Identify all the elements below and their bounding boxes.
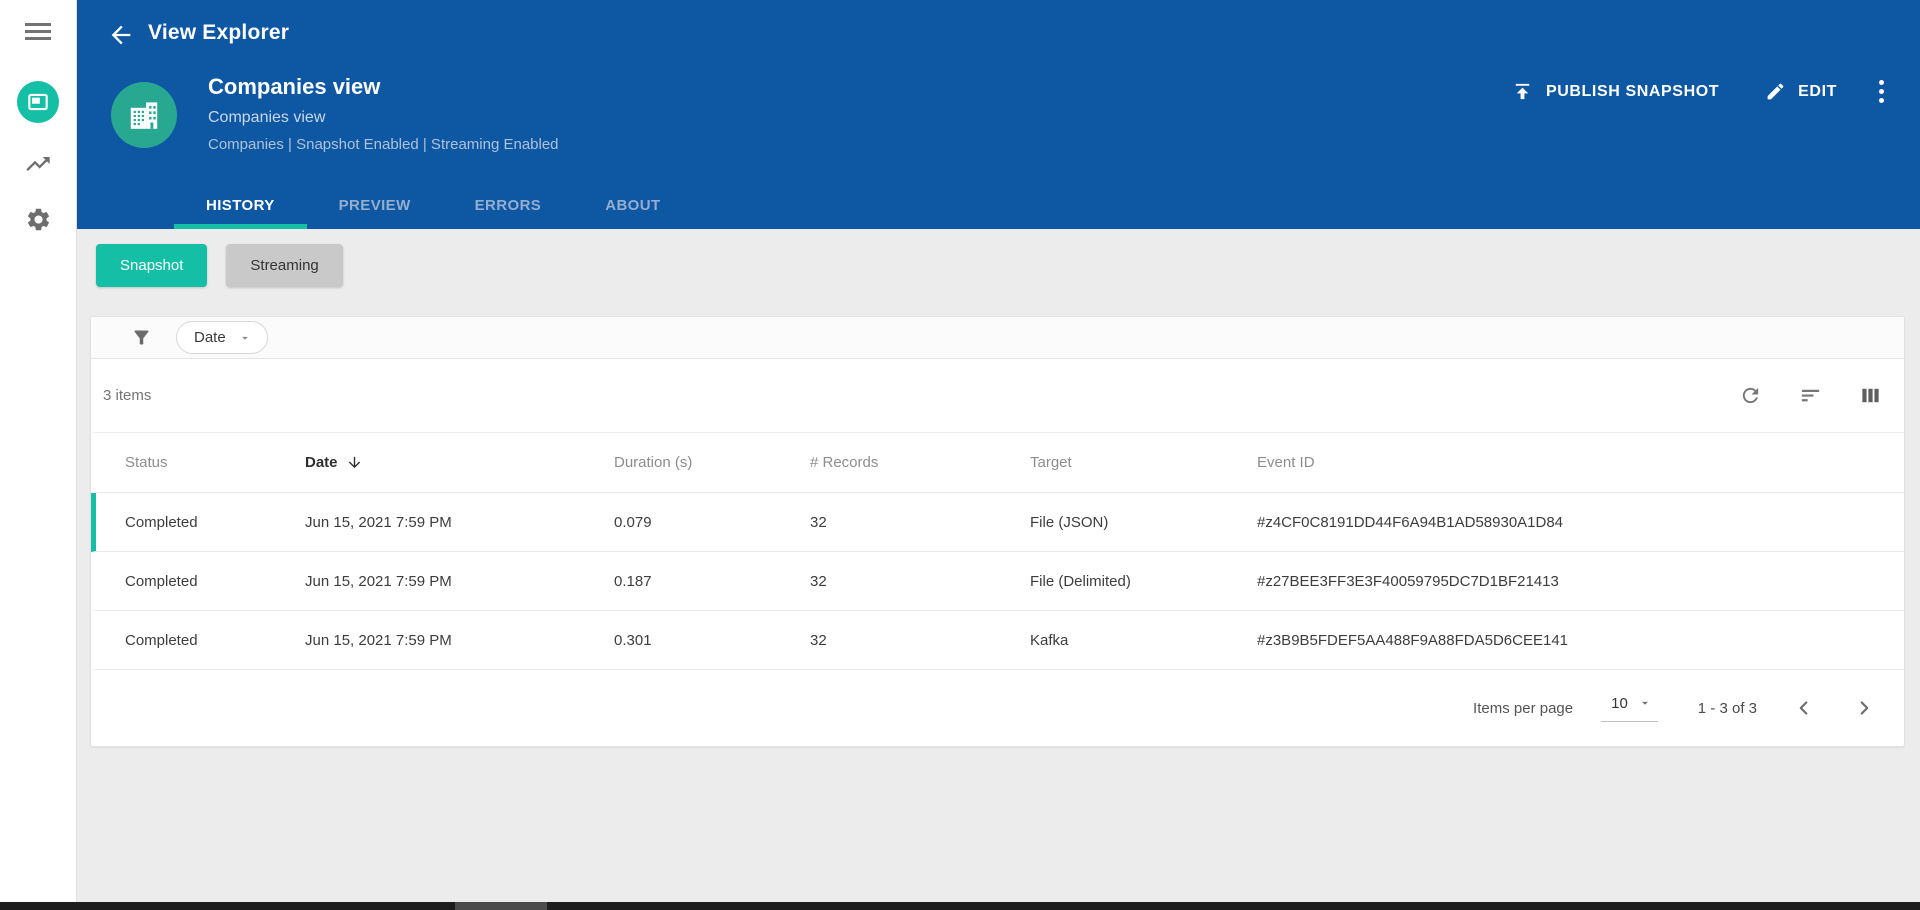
sort-lines-icon[interactable] xyxy=(1798,384,1822,408)
upload-icon xyxy=(1511,80,1534,103)
refresh-icon[interactable] xyxy=(1738,384,1762,408)
cell-event-id: #z27BEE3FF3E3F40059795DC7D1BF21413 xyxy=(1257,572,1559,590)
chevron-down-icon xyxy=(1638,696,1652,710)
header-actions: PUBLISH SNAPSHOT EDIT xyxy=(1511,76,1888,107)
cell-status: Completed xyxy=(125,513,198,531)
chevron-left-icon[interactable] xyxy=(1791,695,1817,721)
edit-button[interactable]: EDIT xyxy=(1765,81,1837,102)
view-avatar xyxy=(111,82,177,148)
date-filter-label: Date xyxy=(194,329,226,346)
table-row[interactable]: Completed Jun 15, 2021 7:59 PM 0.187 32 … xyxy=(91,552,1904,611)
column-header-duration[interactable]: Duration (s) xyxy=(614,454,810,471)
snapshot-toggle-button[interactable]: Snapshot xyxy=(96,244,208,287)
cell-event-id: #z4CF0C8191DD44F6A94B1AD58930A1D84 xyxy=(1257,513,1564,531)
sidebar-item-views[interactable] xyxy=(17,81,59,123)
tab-bar: HISTORY PREVIEW ERRORS ABOUT xyxy=(174,181,693,229)
table-row[interactable]: Completed Jun 15, 2021 7:59 PM 0.079 32 … xyxy=(91,493,1904,552)
cell-duration: 0.301 xyxy=(614,631,652,649)
sidebar-item-metrics[interactable] xyxy=(24,150,52,178)
cell-target: Kafka xyxy=(1030,631,1069,649)
page-range: 1 - 3 of 3 xyxy=(1697,699,1757,717)
date-filter-chip[interactable]: Date xyxy=(176,321,268,354)
page-title: Companies view xyxy=(208,74,381,99)
column-header-target[interactable]: Target xyxy=(1030,454,1257,471)
sidebar-item-settings[interactable] xyxy=(24,205,52,233)
items-count: 3 items xyxy=(103,387,152,404)
publish-snapshot-label: PUBLISH SNAPSHOT xyxy=(1545,82,1720,100)
cell-records: 32 xyxy=(810,513,827,531)
cell-records: 32 xyxy=(810,631,827,649)
menu-icon[interactable] xyxy=(25,23,51,44)
back-arrow-icon[interactable] xyxy=(107,21,135,49)
toolbar-icons xyxy=(1738,384,1882,408)
tab-about[interactable]: ABOUT xyxy=(573,181,692,229)
publish-snapshot-button[interactable]: PUBLISH SNAPSHOT xyxy=(1511,80,1719,103)
items-per-page-value: 10 xyxy=(1611,694,1628,712)
cell-duration: 0.187 xyxy=(614,572,652,590)
content-area: Snapshot Streaming Date 3 items Status D… xyxy=(77,229,1920,902)
scrollbar-thumb[interactable] xyxy=(455,902,547,910)
table-header-row: Status Date Duration (s) # Records Targe… xyxy=(91,432,1904,493)
chevron-down-icon xyxy=(238,331,252,345)
items-per-page-label: Items per page xyxy=(1473,699,1574,717)
cell-date: Jun 15, 2021 7:59 PM xyxy=(305,572,452,590)
columns-icon[interactable] xyxy=(1858,384,1882,408)
edit-pencil-icon xyxy=(1765,81,1786,102)
settings-gear-icon xyxy=(25,206,52,233)
view-meta: Companies | Snapshot Enabled | Streaming… xyxy=(208,136,559,153)
cell-event-id: #z3B9B5FDEF5AA488F9A88FDA5D6CEE141 xyxy=(1257,631,1569,649)
views-icon xyxy=(25,89,51,115)
cell-duration: 0.079 xyxy=(614,513,652,531)
table-toolbar: 3 items xyxy=(91,359,1904,432)
cell-status: Completed xyxy=(125,572,198,590)
bottom-taskbar-edge xyxy=(0,902,1920,910)
cell-date: Jun 15, 2021 7:59 PM xyxy=(305,631,452,649)
page-header: View Explorer Companies view Companies v… xyxy=(77,0,1920,229)
chevron-right-icon[interactable] xyxy=(1851,695,1877,721)
streaming-toggle-button[interactable]: Streaming xyxy=(226,244,343,287)
cell-target: File (JSON) xyxy=(1030,513,1109,531)
tab-preview[interactable]: PREVIEW xyxy=(307,181,443,229)
view-titles: Companies view Companies view Companies … xyxy=(208,74,559,153)
cell-date: Jun 15, 2021 7:59 PM xyxy=(305,513,452,531)
cell-status: Completed xyxy=(125,631,198,649)
history-table-card: Date 3 items Status Date Duration (s) # … xyxy=(90,316,1905,747)
app-title: View Explorer xyxy=(148,21,290,44)
edit-label: EDIT xyxy=(1798,82,1837,100)
kebab-menu-icon[interactable] xyxy=(1875,76,1888,107)
building-icon xyxy=(126,97,162,133)
filter-funnel-icon[interactable] xyxy=(131,327,152,348)
column-header-records[interactable]: # Records xyxy=(810,454,1030,471)
arrow-down-icon xyxy=(346,454,363,471)
sidebar xyxy=(0,0,77,902)
cell-target: File (Delimited) xyxy=(1030,572,1131,590)
table-row[interactable]: Completed Jun 15, 2021 7:59 PM 0.301 32 … xyxy=(91,611,1904,670)
pagination-bar: Items per page 10 1 - 3 of 3 xyxy=(91,670,1904,746)
cell-records: 32 xyxy=(810,572,827,590)
column-header-date[interactable]: Date xyxy=(305,454,614,471)
view-subtitle: Companies view xyxy=(208,109,326,126)
tab-history[interactable]: HISTORY xyxy=(174,181,307,229)
filter-bar: Date xyxy=(91,317,1904,359)
items-per-page-select[interactable]: 10 xyxy=(1601,695,1658,722)
tab-errors[interactable]: ERRORS xyxy=(443,181,574,229)
column-header-status[interactable]: Status xyxy=(125,454,305,471)
column-header-event-id[interactable]: Event ID xyxy=(1257,454,1904,471)
trending-up-icon xyxy=(24,150,52,178)
mode-toggles: Snapshot Streaming xyxy=(96,244,1920,287)
